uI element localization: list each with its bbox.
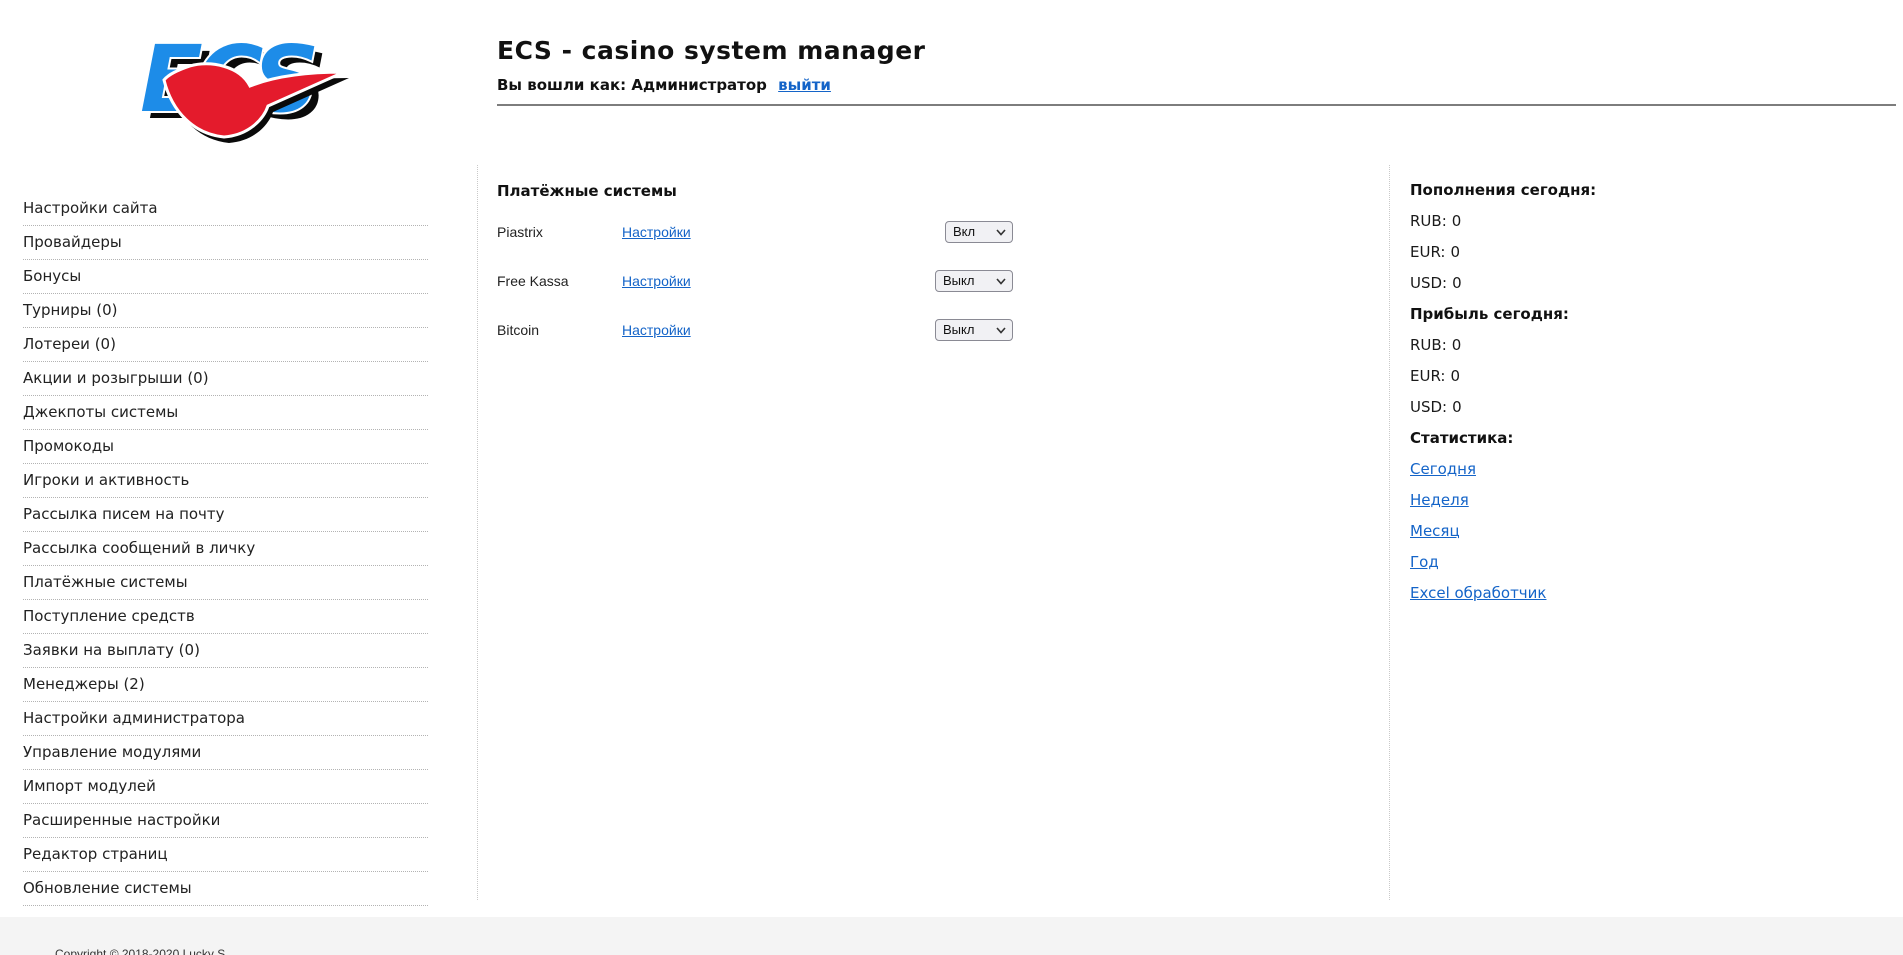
- sidebar-item-players-activity[interactable]: Игроки и активность: [23, 464, 428, 498]
- divider-main-stats: [1389, 165, 1390, 900]
- copyright-text: Copyright © 2018-2020 Lucky S: [55, 947, 226, 955]
- currency-label: USD:: [1410, 274, 1448, 292]
- currency-value: 0: [1450, 367, 1461, 385]
- sidebar-item-lotteries[interactable]: Лотереи (0): [23, 328, 428, 362]
- sidebar-item-email-mailing[interactable]: Рассылка писем на почту: [23, 498, 428, 532]
- currency-label: EUR:: [1410, 243, 1446, 261]
- deposit-eur: EUR: 0: [1410, 244, 1850, 261]
- payment-row-piastrix: Piastrix Настройки Вкл Выкл: [497, 215, 1013, 248]
- stats-panel: Пополнения сегодня: RUB: 0 EUR: 0 USD: 0 Пр…: [1410, 182, 1850, 616]
- currency-label: RUB:: [1410, 336, 1447, 354]
- currency-label: EUR:: [1410, 367, 1446, 385]
- payment-row-freekassa: Free Kassa Настройки Вкл Выкл: [497, 264, 1013, 297]
- payment-name: Free Kassa: [497, 272, 569, 289]
- sidebar-item-system-update[interactable]: Обновление системы: [23, 872, 428, 906]
- sidebar-item-incoming-funds[interactable]: Поступление средств: [23, 600, 428, 634]
- piastrix-state-select[interactable]: Вкл Выкл: [945, 220, 1013, 243]
- stats-link-month[interactable]: Месяц: [1410, 522, 1460, 540]
- login-status-text: Вы вошли как: Администратор: [497, 76, 767, 94]
- sidebar-item-module-import[interactable]: Импорт модулей: [23, 770, 428, 804]
- payment-name: Piastrix: [497, 223, 543, 240]
- sidebar-item-site-settings[interactable]: Настройки сайта: [23, 192, 428, 226]
- stats-link-excel[interactable]: Excel обработчик: [1410, 584, 1546, 602]
- sidebar-item-bonuses[interactable]: Бонусы: [23, 260, 428, 294]
- sidebar-item-jackpots[interactable]: Джекпоты системы: [23, 396, 428, 430]
- sidebar-item-managers[interactable]: Менеджеры (2): [23, 668, 428, 702]
- freekassa-state-select[interactable]: Вкл Выкл: [935, 269, 1013, 292]
- deposits-today-title: Пополнения сегодня:: [1410, 181, 1597, 199]
- sidebar-item-pm-mailing[interactable]: Рассылка сообщений в личку: [23, 532, 428, 566]
- currency-value: 0: [1452, 274, 1462, 292]
- currency-label: USD:: [1410, 398, 1448, 416]
- profit-today-title: Прибыль сегодня:: [1410, 305, 1569, 323]
- profit-eur: EUR: 0: [1410, 368, 1850, 385]
- currency-label: RUB:: [1410, 212, 1447, 230]
- payment-row-bitcoin: Bitcoin Настройки Вкл Выкл: [497, 313, 1013, 346]
- piastrix-settings-link[interactable]: Настройки: [622, 224, 691, 240]
- currency-value: 0: [1452, 398, 1462, 416]
- sidebar-item-promocodes[interactable]: Промокоды: [23, 430, 428, 464]
- bitcoin-settings-link[interactable]: Настройки: [622, 322, 691, 338]
- page-title: ECS - casino system manager: [497, 36, 926, 65]
- currency-value: 0: [1451, 212, 1462, 230]
- payment-name: Bitcoin: [497, 321, 540, 338]
- profit-rub: RUB: 0: [1410, 337, 1850, 354]
- statistics-title: Статистика:: [1410, 429, 1514, 447]
- sidebar-item-admin-settings[interactable]: Настройки администратора: [23, 702, 428, 736]
- sidebar-item-tournaments[interactable]: Турниры (0): [23, 294, 428, 328]
- deposit-rub: RUB: 0: [1410, 213, 1850, 230]
- currency-value: 0: [1450, 243, 1461, 261]
- payment-systems-title: Платёжные системы: [497, 182, 677, 200]
- ecs-logo[interactable]: ECS ECS: [138, 14, 350, 150]
- stats-link-today[interactable]: Сегодня: [1410, 460, 1476, 478]
- profit-usd: USD: 0: [1410, 399, 1850, 416]
- sidebar-menu: Настройки сайта Провайдеры Бонусы Турнир…: [23, 192, 428, 906]
- sidebar-item-payment-systems[interactable]: Платёжные системы: [23, 566, 428, 600]
- logout-link[interactable]: выйти: [778, 76, 831, 94]
- header-divider: [497, 104, 1896, 106]
- stats-link-year[interactable]: Год: [1410, 553, 1439, 571]
- sidebar-item-advanced-settings[interactable]: Расширенные настройки: [23, 804, 428, 838]
- deposit-usd: USD: 0: [1410, 275, 1850, 292]
- sidebar-item-page-editor[interactable]: Редактор страниц: [23, 838, 428, 872]
- login-status: Вы вошли как: Администратор выйти: [497, 76, 831, 94]
- footer: Copyright © 2018-2020 Lucky S: [0, 917, 1903, 955]
- sidebar-item-payout-requests[interactable]: Заявки на выплату (0): [23, 634, 428, 668]
- sidebar-item-module-management[interactable]: Управление модулями: [23, 736, 428, 770]
- divider-sidebar-main: [477, 165, 478, 900]
- sidebar-item-promotions[interactable]: Акции и розыгрыши (0): [23, 362, 428, 396]
- payment-systems-list: Piastrix Настройки Вкл Выкл Free Kassa Н…: [497, 215, 1013, 362]
- currency-value: 0: [1451, 336, 1462, 354]
- stats-link-week[interactable]: Неделя: [1410, 491, 1469, 509]
- freekassa-settings-link[interactable]: Настройки: [622, 273, 691, 289]
- sidebar-item-providers[interactable]: Провайдеры: [23, 226, 428, 260]
- bitcoin-state-select[interactable]: Вкл Выкл: [935, 318, 1013, 341]
